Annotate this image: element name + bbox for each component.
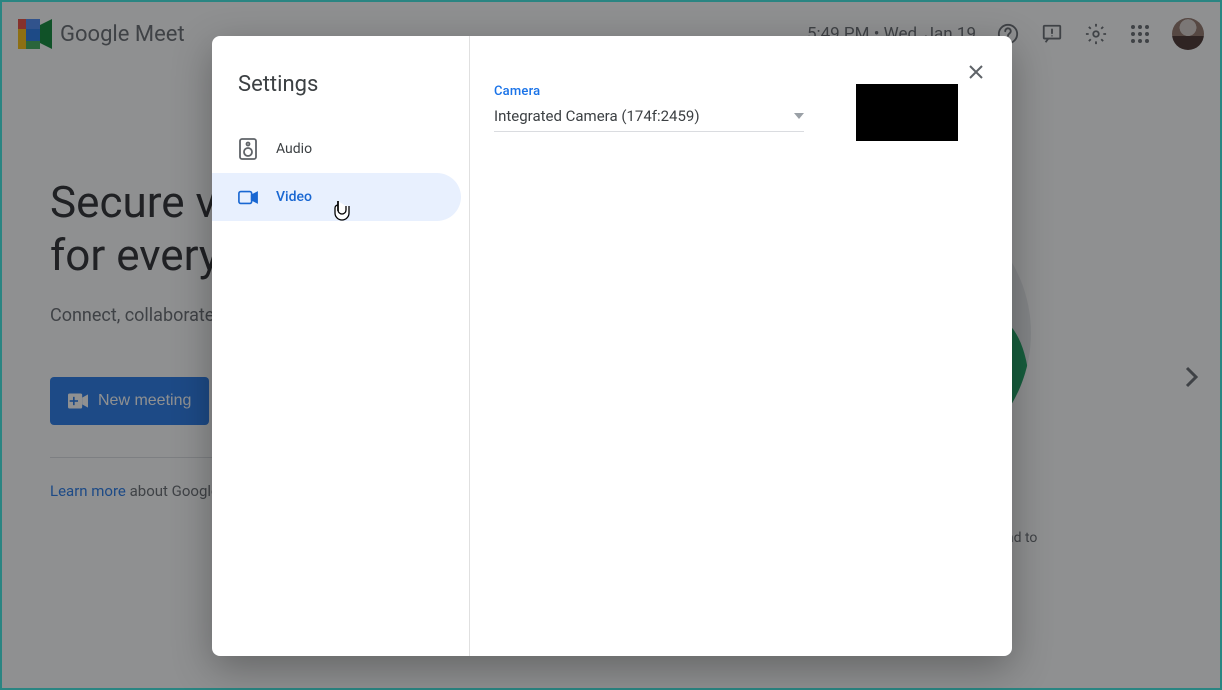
settings-sidebar: Settings Audio Video <box>212 36 470 656</box>
camera-icon <box>238 187 258 207</box>
chevron-down-icon <box>794 113 804 119</box>
close-button[interactable] <box>958 54 994 90</box>
camera-row: Camera Integrated Camera (174f:2459) <box>494 84 960 141</box>
settings-nav-video[interactable]: Video <box>212 173 461 221</box>
settings-content: Camera Integrated Camera (174f:2459) <box>470 36 1012 656</box>
settings-nav-audio[interactable]: Audio <box>212 125 461 173</box>
camera-field: Camera Integrated Camera (174f:2459) <box>494 84 804 141</box>
settings-dialog: Settings Audio Video Camera Integrated C… <box>212 36 1012 656</box>
camera-value: Integrated Camera (174f:2459) <box>494 107 700 125</box>
camera-select[interactable]: Integrated Camera (174f:2459) <box>494 107 804 132</box>
nav-label: Video <box>276 189 312 205</box>
nav-label: Audio <box>276 141 312 157</box>
camera-label: Camera <box>494 84 804 99</box>
speaker-icon <box>238 139 258 159</box>
camera-preview <box>856 84 958 141</box>
settings-title: Settings <box>212 60 469 125</box>
